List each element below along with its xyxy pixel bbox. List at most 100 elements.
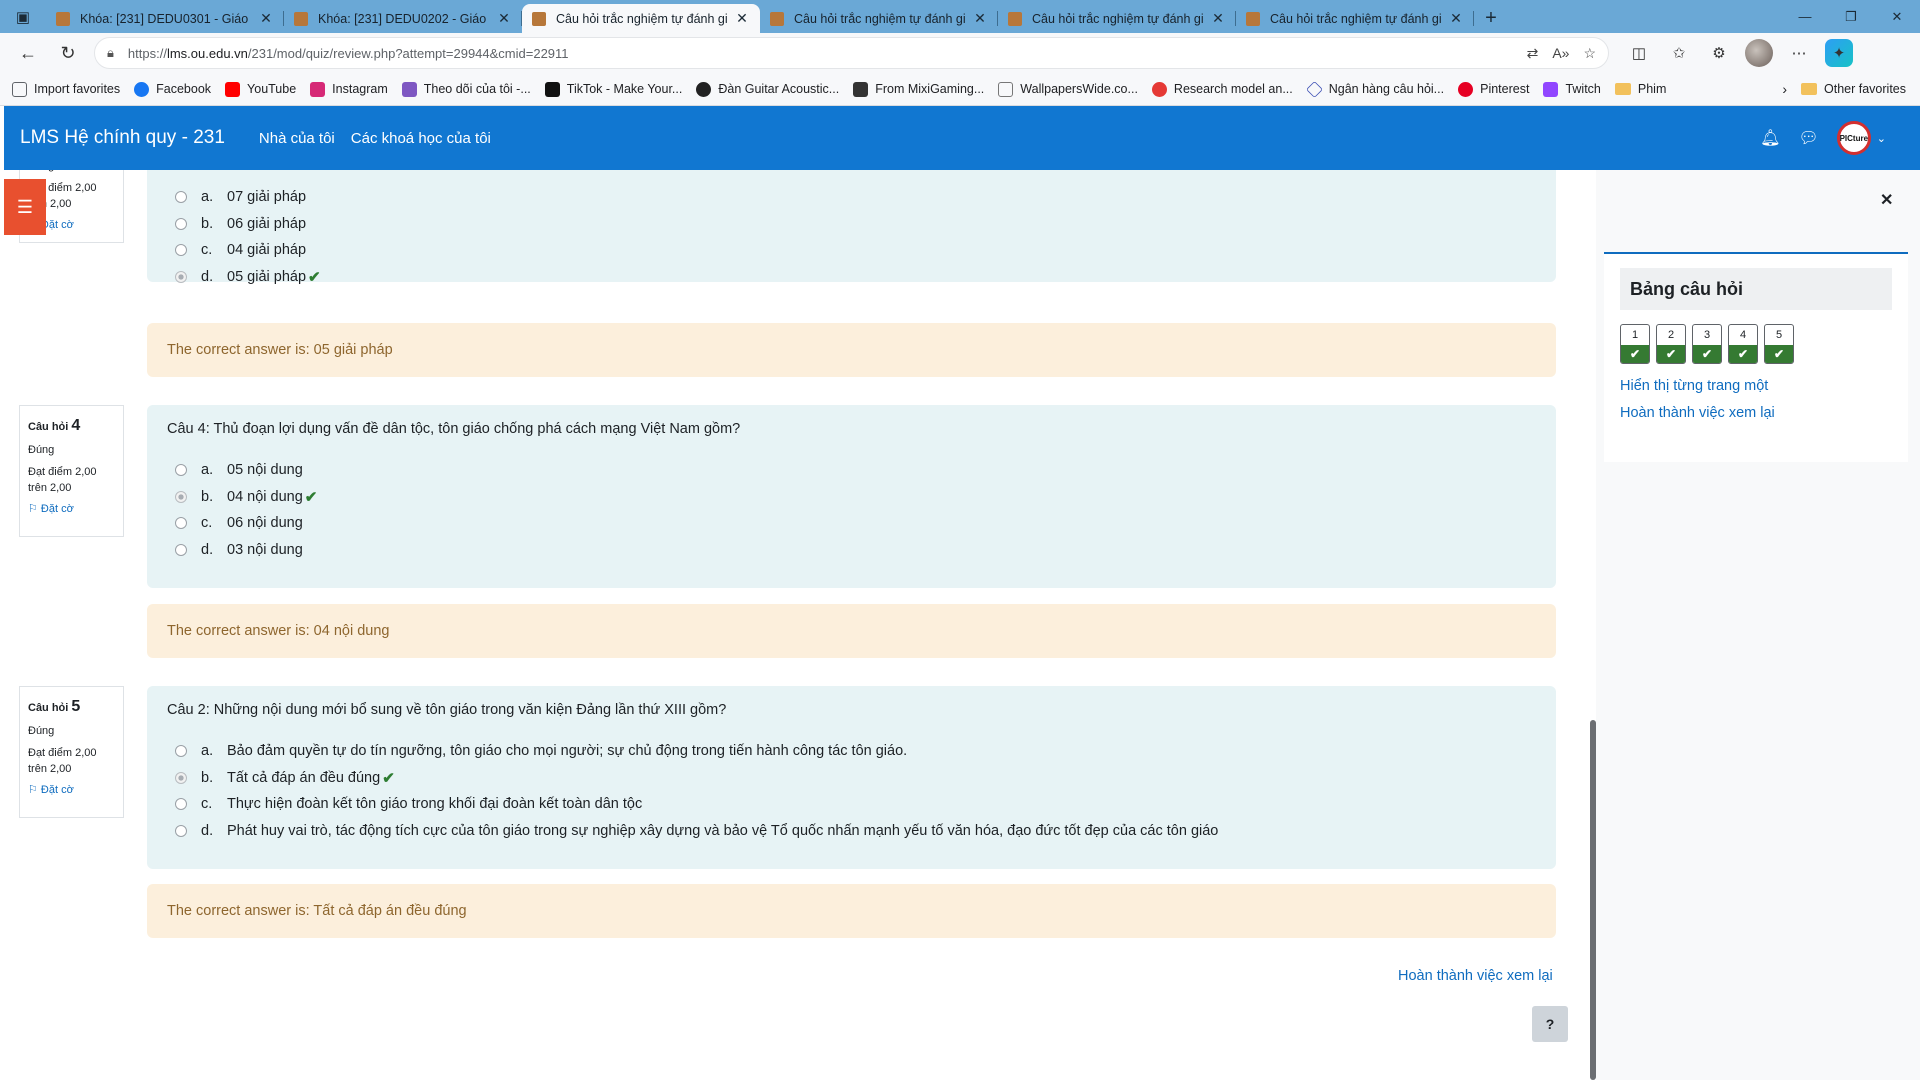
favorite-guitar[interactable]: Đàn Guitar Acoustic... (696, 81, 839, 97)
site-brand[interactable]: LMS Hệ chính quy - 231 (20, 127, 225, 149)
radio-button-checked[interactable] (175, 771, 187, 784)
radio-button[interactable] (175, 217, 187, 230)
finish-review-link[interactable]: Hoàn thành việc xem lại (1398, 968, 1553, 984)
tab-close-icon[interactable]: ✕ (1210, 10, 1226, 27)
radio-button[interactable] (175, 517, 187, 530)
flag-question-link[interactable]: ⚐ Đặt cờ (28, 502, 115, 518)
restore-icon[interactable]: ❐ (1828, 0, 1874, 33)
read-aloud-icon[interactable]: A» (1552, 45, 1569, 62)
question-state: Đúng (28, 444, 55, 457)
copilot-icon[interactable]: ✦ (1825, 39, 1853, 67)
favorite-pinterest[interactable]: Pinterest (1458, 81, 1530, 97)
tab-close-icon[interactable]: ✕ (496, 10, 512, 27)
radio-button[interactable] (175, 745, 187, 758)
split-screen-icon[interactable]: ◫ (1625, 39, 1653, 67)
lock-icon[interactable]: 🔒︎ (107, 45, 114, 61)
web-page: LMS Hệ chính quy - 231 Nhà của tôi Các k… (0, 106, 1920, 1080)
tab-close-icon[interactable]: ✕ (972, 10, 988, 27)
answer-option[interactable]: d. Phát huy vai trò, tác động tích cực củ… (167, 818, 1536, 845)
question-nav-button-2[interactable]: 2 ✔ (1656, 324, 1686, 364)
favorite-tiktok[interactable]: TikTok - Make Your... (544, 81, 682, 97)
favorite-theo-doi[interactable]: Theo dõi của tôi -... (401, 81, 531, 97)
answer-option[interactable]: d. 03 nội dung (167, 537, 1536, 564)
radio-button[interactable] (175, 543, 187, 556)
tab-favicon (1008, 11, 1022, 26)
answer-option[interactable]: a. 07 giải pháp (167, 184, 1536, 211)
notification-bell-icon[interactable]: 🔔︎ (1760, 128, 1780, 148)
browser-tab-active[interactable]: Câu hỏi trắc nghiệm tự đánh giá ✕ (522, 4, 760, 33)
tab-close-icon[interactable]: ✕ (734, 10, 750, 27)
browser-tab[interactable]: Khóa: [231] DEDU0301 - Giáo dục ✕ (46, 4, 284, 33)
help-button[interactable]: ? (1532, 1006, 1568, 1042)
tab-actions-icon[interactable]: ▣ (0, 0, 46, 33)
favorite-phim[interactable]: Phim (1614, 82, 1666, 96)
answer-option[interactable]: d. 05 giải pháp ✔ (167, 264, 1536, 291)
browser-tab[interactable]: Câu hỏi trắc nghiệm tự đánh giá ✕ (760, 4, 998, 33)
answer-option[interactable]: a. 05 nội dung (167, 457, 1536, 484)
extensions-icon[interactable]: ⚙ (1705, 39, 1733, 67)
window-close-icon[interactable]: ✕ (1874, 0, 1920, 33)
radio-button-checked[interactable] (175, 270, 187, 283)
answer-text: 04 giải pháp (227, 242, 307, 259)
answer-option[interactable]: c. 04 giải pháp (167, 237, 1536, 264)
chevron-right-icon[interactable]: › (1782, 81, 1787, 97)
question-nav-button-3[interactable]: 3 ✔ (1692, 324, 1722, 364)
answer-option[interactable]: a. Bảo đảm quyền tự do tín ngưỡng, tôn gi… (167, 738, 1536, 765)
tab-close-icon[interactable]: ✕ (258, 10, 274, 27)
radio-button[interactable] (175, 798, 187, 811)
more-menu-icon[interactable]: ⋯ (1785, 39, 1813, 67)
radio-button[interactable] (175, 244, 187, 257)
messages-icon[interactable]: 💬︎ (1798, 128, 1818, 148)
favorite-instagram[interactable]: Instagram (310, 81, 388, 97)
list-icon[interactable]: ☰ (4, 179, 46, 235)
translate-icon[interactable]: ⇄ (1527, 45, 1539, 62)
answer-option[interactable]: c. Thực hiện đoàn kết tôn giáo trong khối… (167, 791, 1536, 818)
radio-button-checked[interactable] (175, 490, 187, 503)
profile-picture (1745, 39, 1773, 67)
favorite-wallpaperswide[interactable]: WallpapersWide.co... (998, 81, 1138, 97)
other-favorites[interactable]: Other favorites (1801, 82, 1906, 96)
question-nav-button-5[interactable]: 5 ✔ (1764, 324, 1794, 364)
favorite-research-model[interactable]: Research model an... (1151, 81, 1293, 97)
favorite-label: Pinterest (1480, 82, 1530, 96)
browser-tab[interactable]: Khóa: [231] DEDU0202 - Giáo dục ✕ (284, 4, 522, 33)
address-bar[interactable]: 🔒︎ https://lms.ou.edu.vn/231/mod/quiz/re… (94, 37, 1609, 69)
block-title: Bảng câu hỏi (1620, 268, 1892, 310)
radio-button[interactable] (175, 464, 187, 477)
reload-icon[interactable]: ↻ (48, 33, 88, 73)
answer-option[interactable]: b. 04 nội dung ✔ (167, 484, 1536, 511)
close-icon[interactable]: ✕ (1880, 190, 1893, 210)
answer-letter: b. (201, 215, 214, 232)
favorite-ngan-hang[interactable]: Ngân hàng câu hỏi... (1305, 80, 1444, 98)
answer-option[interactable]: b. Tất cả đáp án đều đúng ✔ (167, 765, 1536, 792)
minimize-icon[interactable]: — (1782, 0, 1828, 33)
flag-question-link[interactable]: ⚐ Đặt cờ (28, 783, 115, 799)
browser-tab[interactable]: Câu hỏi trắc nghiệm tự đánh giá ✕ (998, 4, 1236, 33)
show-one-page-link[interactable]: Hiển thị từng trang một (1620, 378, 1892, 394)
user-avatar[interactable]: PICture (1836, 121, 1871, 155)
answer-option[interactable]: b. 06 giải pháp (167, 211, 1536, 238)
question-nav-button-4[interactable]: 4 ✔ (1728, 324, 1758, 364)
drawer-finish-review-link[interactable]: Hoàn thành việc xem lại (1620, 405, 1892, 421)
browser-tab[interactable]: Câu hỏi trắc nghiệm tự đánh giá ✕ (1236, 4, 1474, 33)
favorite-youtube[interactable]: YouTube (225, 81, 296, 97)
favorite-star-icon[interactable]: ☆ (1583, 45, 1596, 62)
nav-link-home[interactable]: Nhà của tôi (259, 130, 335, 147)
favorite-facebook[interactable]: Facebook (134, 81, 211, 97)
answer-option[interactable]: c. 06 nội dung (167, 510, 1536, 537)
url-text[interactable]: https://lms.ou.edu.vn/231/mod/quiz/revie… (128, 46, 1527, 61)
back-icon[interactable]: ← (8, 33, 48, 73)
favorite-mixigaming[interactable]: From MixiGaming... (853, 81, 984, 97)
favorite-twitch[interactable]: Twitch (1543, 81, 1601, 97)
radio-button[interactable] (175, 191, 187, 204)
correct-answer-feedback: The correct answer is: 05 giải pháp (147, 323, 1556, 377)
new-tab-icon[interactable]: + (1474, 4, 1508, 33)
question-nav-button-1[interactable]: 1 ✔ (1620, 324, 1650, 364)
tab-close-icon[interactable]: ✕ (1448, 10, 1464, 27)
nav-link-my-courses[interactable]: Các khoá học của tôi (351, 130, 491, 147)
radio-button[interactable] (175, 824, 187, 837)
favorite-import[interactable]: Import favorites (12, 81, 120, 97)
favorites-icon[interactable]: ✩ (1665, 39, 1693, 67)
chevron-down-icon[interactable]: ⌄ (1877, 132, 1886, 145)
profile-icon[interactable] (1745, 39, 1773, 67)
